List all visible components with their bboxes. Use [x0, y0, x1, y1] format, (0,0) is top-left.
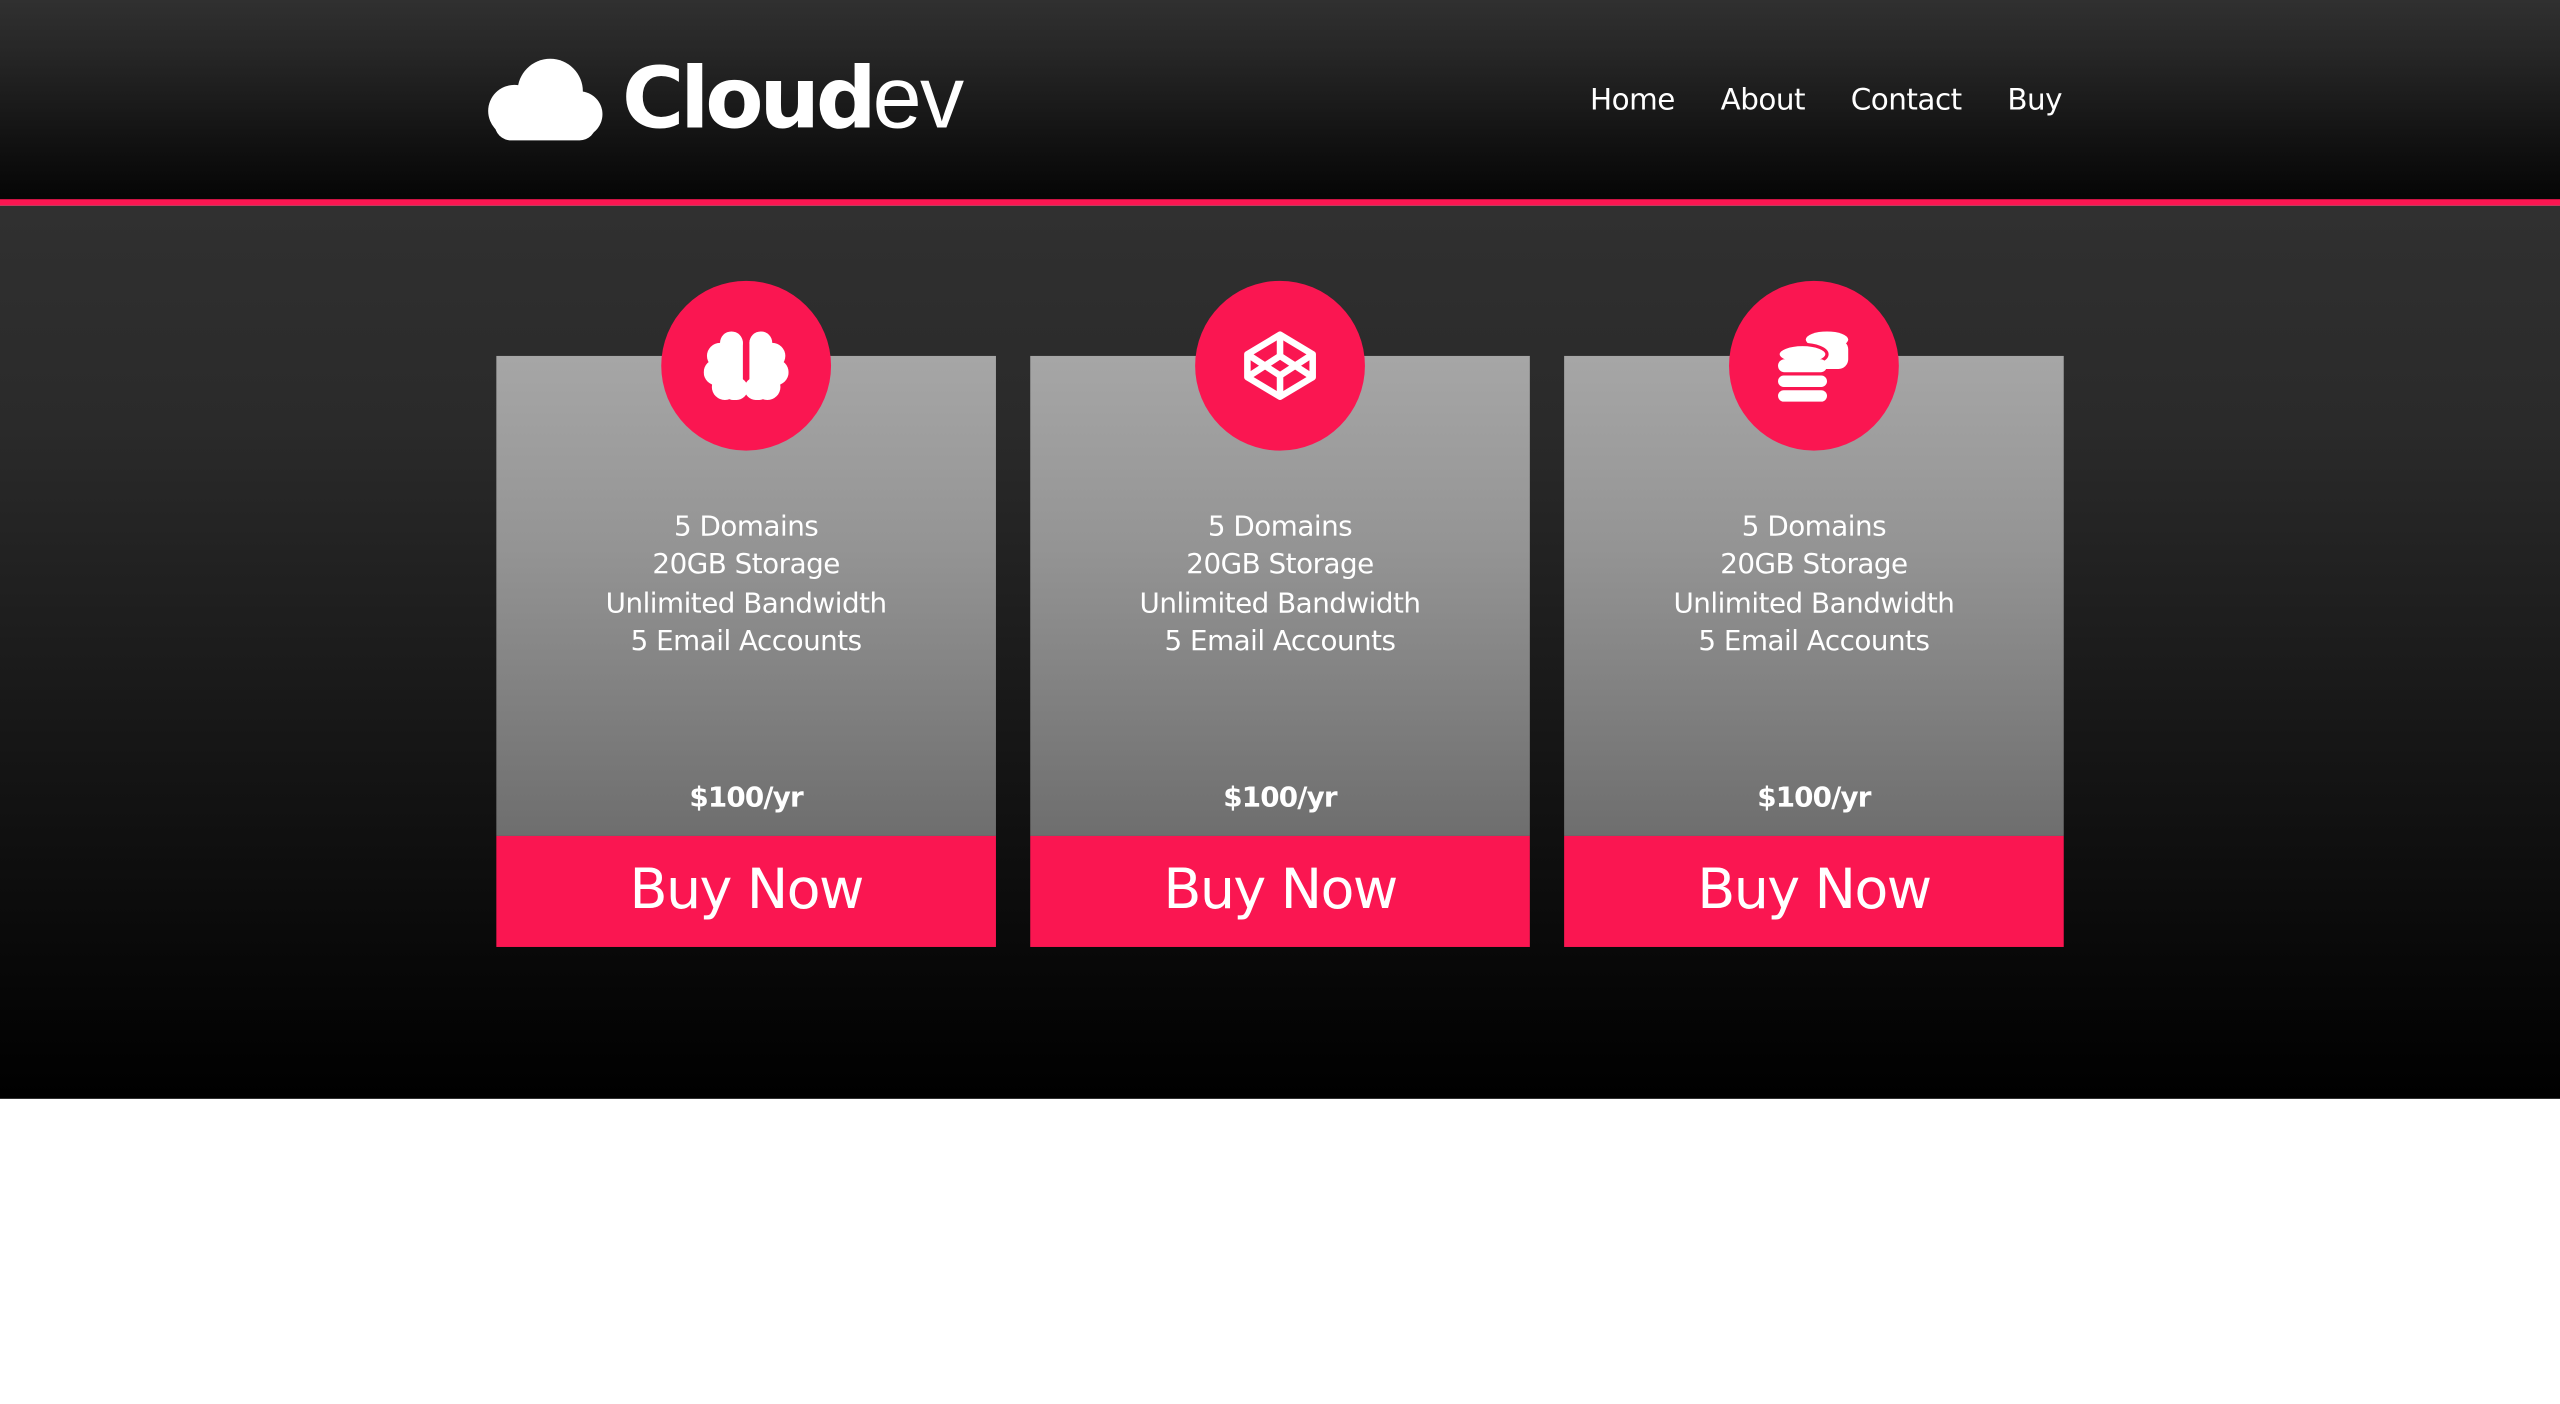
- brain-icon: [703, 331, 789, 401]
- plan-price: $100/yr: [1223, 782, 1337, 815]
- page: Cloudev Home About Contact Buy 5 Domains…: [0, 0, 2560, 1404]
- brand-name: Cloudev: [622, 48, 965, 148]
- pricing-card-2: 5 Domains 20GB Storage Unlimited Bandwid…: [1030, 280, 1530, 947]
- nav-about-link[interactable]: About: [1721, 78, 1806, 124]
- feature-list: 5 Domains 20GB Storage Unlimited Bandwid…: [1564, 509, 2064, 661]
- brand-name-light: ev: [872, 48, 965, 147]
- main-nav: Home About Contact Buy: [1590, 78, 2063, 124]
- feature-item: 20GB Storage: [1720, 549, 1908, 582]
- feature-item: 5 Domains: [1741, 511, 1887, 544]
- feature-item: 5 Domains: [674, 511, 819, 544]
- brand-logo[interactable]: Cloudev: [478, 48, 965, 148]
- feature-item: Unlimited Bandwidth: [1139, 587, 1421, 620]
- feature-item: 20GB Storage: [1186, 549, 1374, 582]
- plan-icon-badge: [1729, 280, 1899, 451]
- feature-item: 5 Email Accounts: [1698, 625, 1930, 658]
- feature-item: Unlimited Bandwidth: [1673, 587, 1955, 620]
- buy-now-button[interactable]: Buy Now: [1030, 835, 1530, 947]
- feature-list: 5 Domains 20GB Storage Unlimited Bandwid…: [1030, 509, 1530, 661]
- buy-now-button[interactable]: Buy Now: [1564, 835, 2064, 947]
- nav-home-link[interactable]: Home: [1590, 78, 1675, 124]
- plan-icon-badge: [1195, 280, 1365, 451]
- feature-item: 20GB Storage: [652, 549, 840, 582]
- plan-icon-badge: [661, 280, 832, 451]
- pricing-card-3: 5 Domains 20GB Storage Unlimited Bandwid…: [1564, 280, 2064, 947]
- buy-now-button-label: Buy Now: [1697, 857, 1932, 923]
- feature-item: Unlimited Bandwidth: [605, 587, 887, 620]
- feature-item: 5 Email Accounts: [1164, 625, 1397, 658]
- plan-price: $100/yr: [1757, 782, 1871, 815]
- pricing-card-1: 5 Domains 20GB Storage Unlimited Bandwid…: [496, 280, 996, 947]
- nav-contact-link[interactable]: Contact: [1851, 78, 1962, 124]
- buy-now-button-label: Buy Now: [1163, 857, 1398, 923]
- codepen-cube-icon: [1244, 331, 1316, 401]
- coins-icon: [1776, 331, 1849, 402]
- buy-now-button[interactable]: Buy Now: [496, 835, 996, 947]
- feature-item: 5 Domains: [1207, 511, 1353, 544]
- site-header: Cloudev Home About Contact Buy: [0, 0, 2560, 201]
- buy-now-button-label: Buy Now: [629, 857, 865, 923]
- nav-buy-link[interactable]: Buy: [2007, 78, 2062, 124]
- cloud-icon: [488, 58, 603, 141]
- brand-name-bold: Cloud: [622, 49, 877, 148]
- feature-list: 5 Domains 20GB Storage Unlimited Bandwid…: [496, 509, 996, 661]
- plan-price: $100/yr: [689, 782, 803, 815]
- feature-item: 5 Email Accounts: [630, 625, 863, 658]
